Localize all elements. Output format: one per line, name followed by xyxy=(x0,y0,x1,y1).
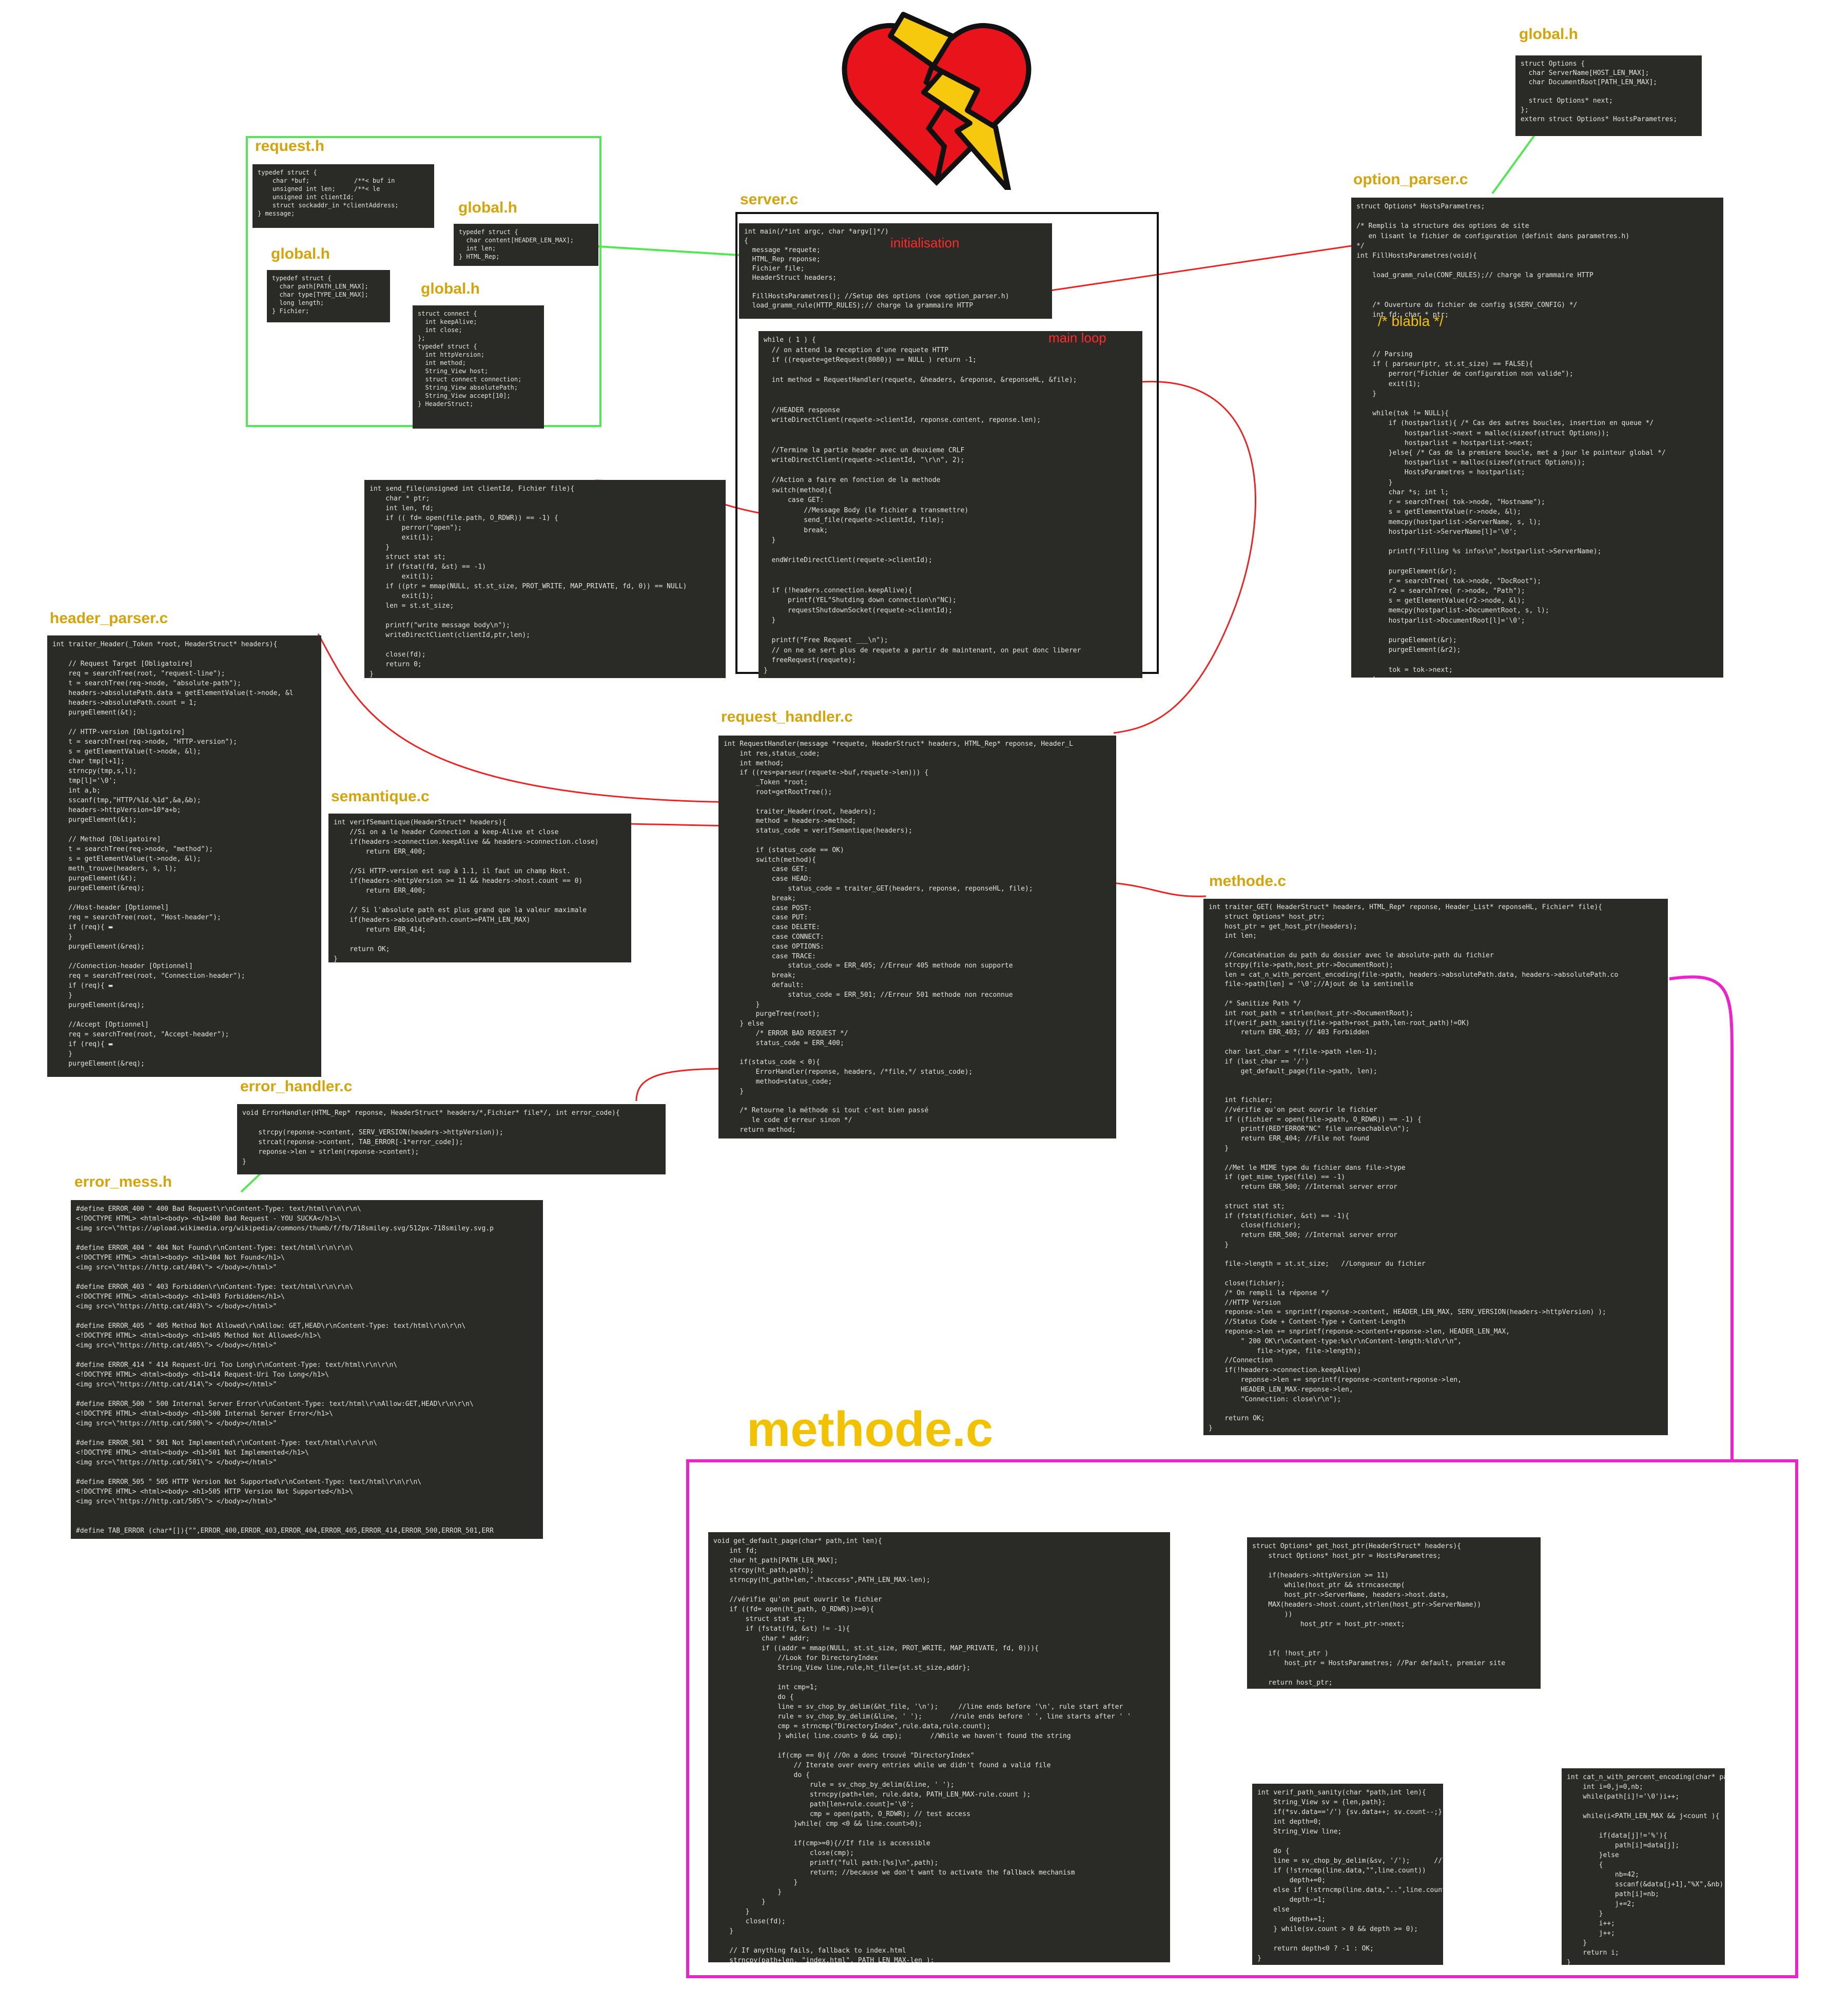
get-default-page-code: void get_default_page(char* path,int len… xyxy=(708,1532,1170,1962)
header-parser-c-title: header_parser.c xyxy=(50,610,168,627)
global-h-html-rep-code: typedef struct { char content[HEADER_LEN… xyxy=(454,224,598,266)
request-handler-code: int RequestHandler(message *requete, Hea… xyxy=(718,736,1116,1138)
blabla-note: /* blabla */ xyxy=(1378,313,1444,329)
connector-options-parser xyxy=(1491,127,1541,195)
server-loop-code: while ( 1 ) { // on attend la reception … xyxy=(758,331,1142,678)
error-handler-c-title: error_handler.c xyxy=(240,1078,353,1095)
broken-heart-icon xyxy=(842,12,1032,190)
error-handler-code: void ErrorHandler(HTML_Rep* reponse, Hea… xyxy=(237,1104,666,1174)
semantique-code: int verifSemantique(HeaderStruct* header… xyxy=(328,814,631,962)
header-parser-code: int traiter_Header(_Token *root, HeaderS… xyxy=(47,635,321,1077)
get-host-ptr-code: struct Options* get_host_ptr(HeaderStruc… xyxy=(1247,1537,1541,1689)
traiter-get-code: int traiter_GET( HeaderStruct* headers, … xyxy=(1203,899,1668,1435)
error-mess-h-title: error_mess.h xyxy=(74,1173,172,1190)
global-h-options-code: struct Options { char ServerName[HOST_LE… xyxy=(1515,55,1702,136)
methode-c-title: methode.c xyxy=(1209,873,1287,890)
request-h-title: request.h xyxy=(255,138,325,155)
connector-methode-detail xyxy=(1669,975,1734,1460)
server-c-title: server.c xyxy=(740,191,799,208)
global-h-fichier-title: global.h xyxy=(271,245,330,262)
global-h-options-title: global.h xyxy=(1519,26,1578,43)
initialisation-note: initialisation xyxy=(890,235,960,250)
cat-n-with-percent-code: int cat_n_with_percent_encoding(char* pa… xyxy=(1562,1768,1725,1965)
global-h-header-code: struct connect { int keepAlive; int clos… xyxy=(413,305,544,429)
request-handler-c-title: request_handler.c xyxy=(721,708,853,725)
option-parser-code: struct Options* HostsParametres; /* Remp… xyxy=(1351,198,1723,678)
global-h-html-rep-title: global.h xyxy=(458,199,517,216)
option-parser-c-title: option_parser.c xyxy=(1353,171,1468,188)
request-h-code: typedef struct { char *buf; /**< buf in … xyxy=(252,164,434,228)
connector-global-server xyxy=(597,245,740,256)
send-file-code: int send_file(unsigned int clientId, Fic… xyxy=(364,480,726,678)
semantique-c-title: semantique.c xyxy=(331,788,430,805)
main-loop-note: main loop xyxy=(1048,330,1106,345)
verif-path-sanity-code: int verif_path_sanity(char *path,int len… xyxy=(1252,1784,1443,1965)
global-h-fichier-code: typedef struct { char path[PATH_LEN_MAX]… xyxy=(267,270,390,322)
error-mess-code: #define ERROR_400 " 400 Bad Request\r\nC… xyxy=(71,1200,543,1539)
global-h-header-title: global.h xyxy=(421,280,480,297)
methode-c-big-title: methode.c xyxy=(747,1402,994,1457)
